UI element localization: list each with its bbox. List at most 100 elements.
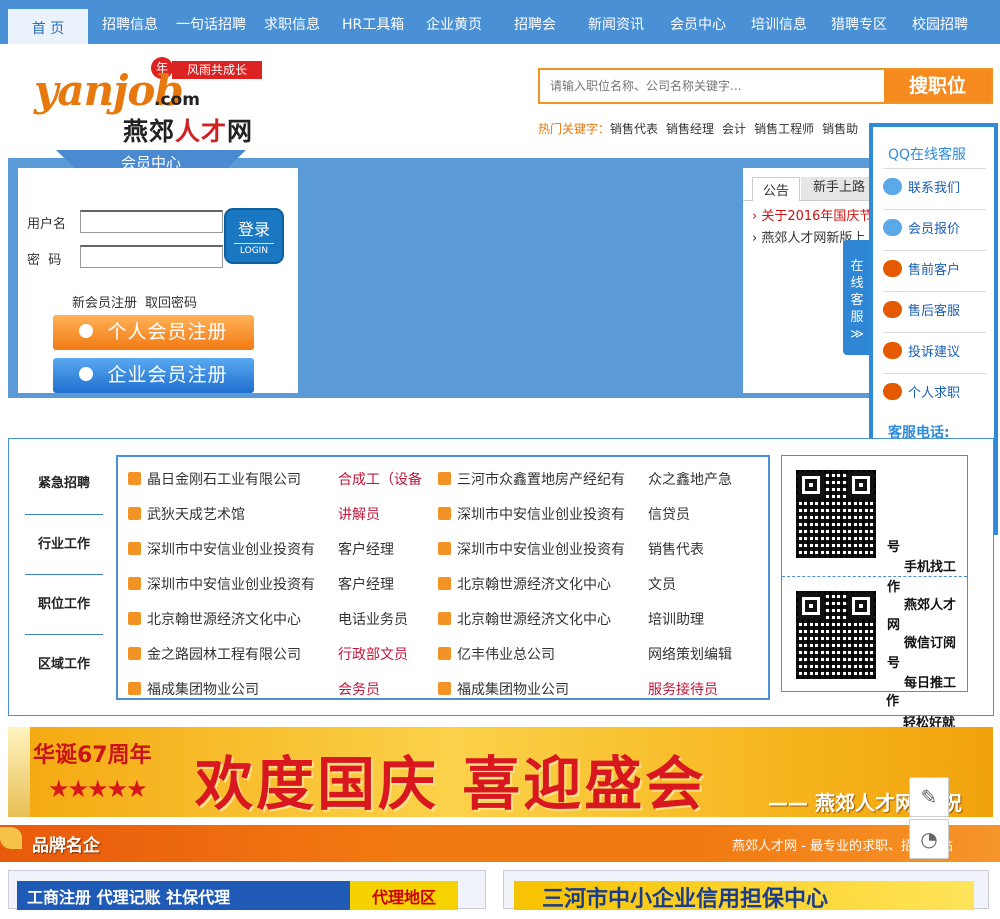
top-nav: 首 页 招聘信息 一句话招聘 求职信息 HR工具箱 企业黄页 招聘会 新闻资讯 …	[0, 0, 1000, 44]
category-industry[interactable]: 行业工作	[25, 514, 103, 574]
logo-chinese: 燕郊人才网	[123, 117, 254, 146]
tab-notice[interactable]: 公告	[752, 177, 800, 201]
nav-item-training[interactable]: 培训信息	[751, 0, 807, 44]
job-company-link[interactable]: 福成集团物业公司	[128, 679, 328, 698]
brand-title: 品牌名企	[32, 836, 100, 856]
job-title-link[interactable]: 电话业务员	[338, 609, 433, 629]
qq-contact-us[interactable]: 联系我们	[883, 168, 986, 208]
online-service-tab[interactable]: 在线客服 ≫	[843, 240, 871, 355]
login-button[interactable]: 登录 LOGIN	[224, 208, 284, 264]
urgent-job-icon	[128, 611, 141, 625]
qr-text: 燕郊人才	[904, 598, 957, 613]
rss-tool-button[interactable]: ◔	[909, 819, 949, 859]
job-title-link[interactable]: 行政部文员	[338, 644, 433, 664]
username-field[interactable]	[80, 210, 223, 233]
qq-penguin-icon	[883, 260, 902, 277]
job-company-link[interactable]: 深圳市中安信业创业投资有	[438, 504, 638, 524]
search-jobs-button[interactable]: 搜职位	[884, 70, 991, 102]
search-box: 搜职位	[538, 68, 993, 104]
nav-item-campus[interactable]: 校园招聘	[912, 0, 968, 44]
job-title-link[interactable]: 客户经理	[338, 539, 433, 559]
new-member-link[interactable]: 新会员注册	[72, 296, 137, 311]
qq-presales[interactable]: 售前客户	[883, 250, 986, 290]
urgent-job-icon	[438, 506, 451, 520]
job-company-link[interactable]: 北京翰世源经济文化中心	[128, 609, 328, 629]
job-company-link[interactable]: 福成集团物业公司	[438, 679, 638, 698]
qr-text: 号	[887, 656, 901, 671]
urgent-job-icon	[128, 541, 141, 555]
banner-anniversary: 华诞67周年	[33, 743, 152, 768]
username-label: 用户名	[27, 217, 67, 232]
nav-home-tab[interactable]: 首 页	[8, 9, 88, 44]
nav-item-job-seeking[interactable]: 求职信息	[264, 0, 320, 44]
category-urgent[interactable]: 紧急招聘	[25, 454, 103, 514]
brand-bar: 品牌名企 燕郊人才网 - 最专业的求职、招聘网站	[0, 825, 1000, 862]
qq-aftersales[interactable]: 售后客服	[883, 291, 986, 331]
wechat-qr-code	[796, 591, 876, 679]
category-position[interactable]: 职位工作	[25, 574, 103, 634]
ad-business-registration-text: 工商注册 代理记账 社保代理 代理地区	[17, 881, 458, 910]
job-title-link[interactable]: 合成工（设备	[338, 469, 433, 489]
hot-keyword[interactable]: 销售经理	[666, 122, 714, 136]
job-company-link[interactable]: 亿丰伟业总公司	[438, 644, 638, 664]
qq-job-seeking[interactable]: 个人求职	[883, 373, 986, 413]
hot-keyword[interactable]: 会计	[722, 122, 746, 136]
nav-item-job-fair[interactable]: 招聘会	[514, 0, 556, 44]
retrieve-password-link[interactable]: 取回密码	[145, 296, 197, 311]
urgent-job-icon	[128, 681, 141, 695]
nav-item-company-directory[interactable]: 企业黄页	[426, 0, 482, 44]
job-company-link[interactable]: 深圳市中安信业创业投资有	[438, 539, 638, 559]
job-title-link[interactable]: 服务接待员	[648, 679, 743, 698]
hot-keyword[interactable]: 销售代表	[610, 122, 658, 136]
ad-badge: 代理地区	[350, 881, 458, 910]
job-company-link[interactable]: 晶日金刚石工业有限公司	[128, 469, 328, 489]
urgent-job-icon	[128, 471, 141, 485]
ad-business-registration[interactable]: 工商注册 代理记账 社保代理 代理地区	[8, 870, 486, 910]
password-field[interactable]	[80, 245, 223, 268]
qq-member-pricing[interactable]: 会员报价	[883, 209, 986, 249]
notice-item[interactable]: › 关于2016年国庆节	[752, 205, 872, 224]
job-title-link[interactable]: 讲解员	[338, 504, 433, 524]
qq-penguin-icon	[883, 342, 902, 359]
arrow-circle-icon	[79, 323, 94, 338]
job-title-link[interactable]: 客户经理	[338, 574, 433, 594]
ad-credit-guarantee[interactable]: 三河市中小企业信用担保中心	[503, 870, 989, 912]
nav-item-headhunting[interactable]: 猎聘专区	[831, 0, 887, 44]
job-company-link[interactable]: 北京翰世源经济文化中心	[438, 574, 638, 594]
nav-item-job-postings[interactable]: 招聘信息	[102, 0, 158, 44]
nav-item-one-line-hiring[interactable]: 一句话招聘	[176, 0, 246, 44]
qq-complaints[interactable]: 投诉建议	[883, 332, 986, 372]
job-company-link[interactable]: 深圳市中安信业创业投资有	[128, 539, 328, 559]
qq-penguin-icon	[883, 383, 902, 400]
job-title-link[interactable]: 网络策划编辑	[648, 644, 743, 664]
banner-headline: 欢度国庆 喜迎盛会	[195, 750, 707, 817]
site-logo[interactable]: 年 风雨共成长 yanjob .com 燕郊人才网	[18, 52, 288, 146]
qr-code-box: 号 手机找工 作 燕郊人才 网 微信订阅 号 每日推工	[781, 455, 968, 692]
job-company-link[interactable]: 金之路园林工程有限公司	[128, 644, 328, 664]
job-company-link[interactable]: 深圳市中安信业创业投资有	[128, 574, 328, 594]
search-input[interactable]	[540, 70, 884, 102]
category-region[interactable]: 区域工作	[25, 634, 103, 694]
national-day-banner[interactable]: 华诞67周年 ★★★★★ 欢度国庆 喜迎盛会 —— 燕郊人才网 恭祝	[8, 727, 993, 817]
job-title-link[interactable]: 销售代表	[648, 539, 743, 559]
job-title-link[interactable]: 文员	[648, 574, 743, 594]
edit-tool-button[interactable]: ✎	[909, 777, 949, 817]
job-title-link[interactable]: 培训助理	[648, 609, 743, 629]
job-title-link[interactable]: 会务员	[338, 679, 433, 698]
company-register-button[interactable]: 企业会员注册	[53, 358, 254, 393]
job-company-link[interactable]: 北京翰世源经济文化中心	[438, 609, 638, 629]
job-company-link[interactable]: 三河市众鑫置地房产经纪有	[438, 469, 638, 489]
nav-item-news[interactable]: 新闻资讯	[588, 0, 644, 44]
job-title-link[interactable]: 信贷员	[648, 504, 743, 524]
nav-item-member-center[interactable]: 会员中心	[670, 0, 726, 44]
personal-register-button[interactable]: 个人会员注册	[53, 315, 254, 350]
qr-text: 手机找工	[904, 560, 957, 575]
hot-keyword[interactable]: 销售工程师	[754, 122, 814, 136]
chat-bubble-icon	[883, 178, 902, 195]
qr-text: 作	[886, 694, 900, 709]
hot-keyword[interactable]: 销售助	[822, 122, 858, 136]
job-company-link[interactable]: 武狄天成艺术馆	[128, 504, 328, 524]
job-title-link[interactable]: 众之鑫地产急	[648, 469, 743, 489]
nav-item-hr-toolbox[interactable]: HR工具箱	[342, 0, 404, 44]
tab-newbie-guide[interactable]: 新手上路	[801, 177, 873, 201]
